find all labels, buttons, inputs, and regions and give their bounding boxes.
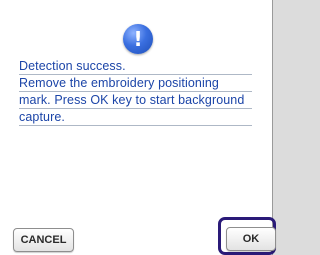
exclamation-icon: !: [123, 24, 153, 54]
message-line: capture.: [19, 109, 252, 126]
message-text: Detection success. Remove the embroidery…: [19, 58, 252, 126]
message-line: Detection success.: [19, 58, 252, 75]
exclamation-glyph: !: [133, 27, 143, 51]
message-line: mark. Press OK key to start background: [19, 92, 252, 109]
ok-button[interactable]: OK: [226, 227, 276, 251]
message-line: Remove the embroidery positioning: [19, 75, 252, 92]
cancel-button[interactable]: CANCEL: [13, 228, 74, 252]
